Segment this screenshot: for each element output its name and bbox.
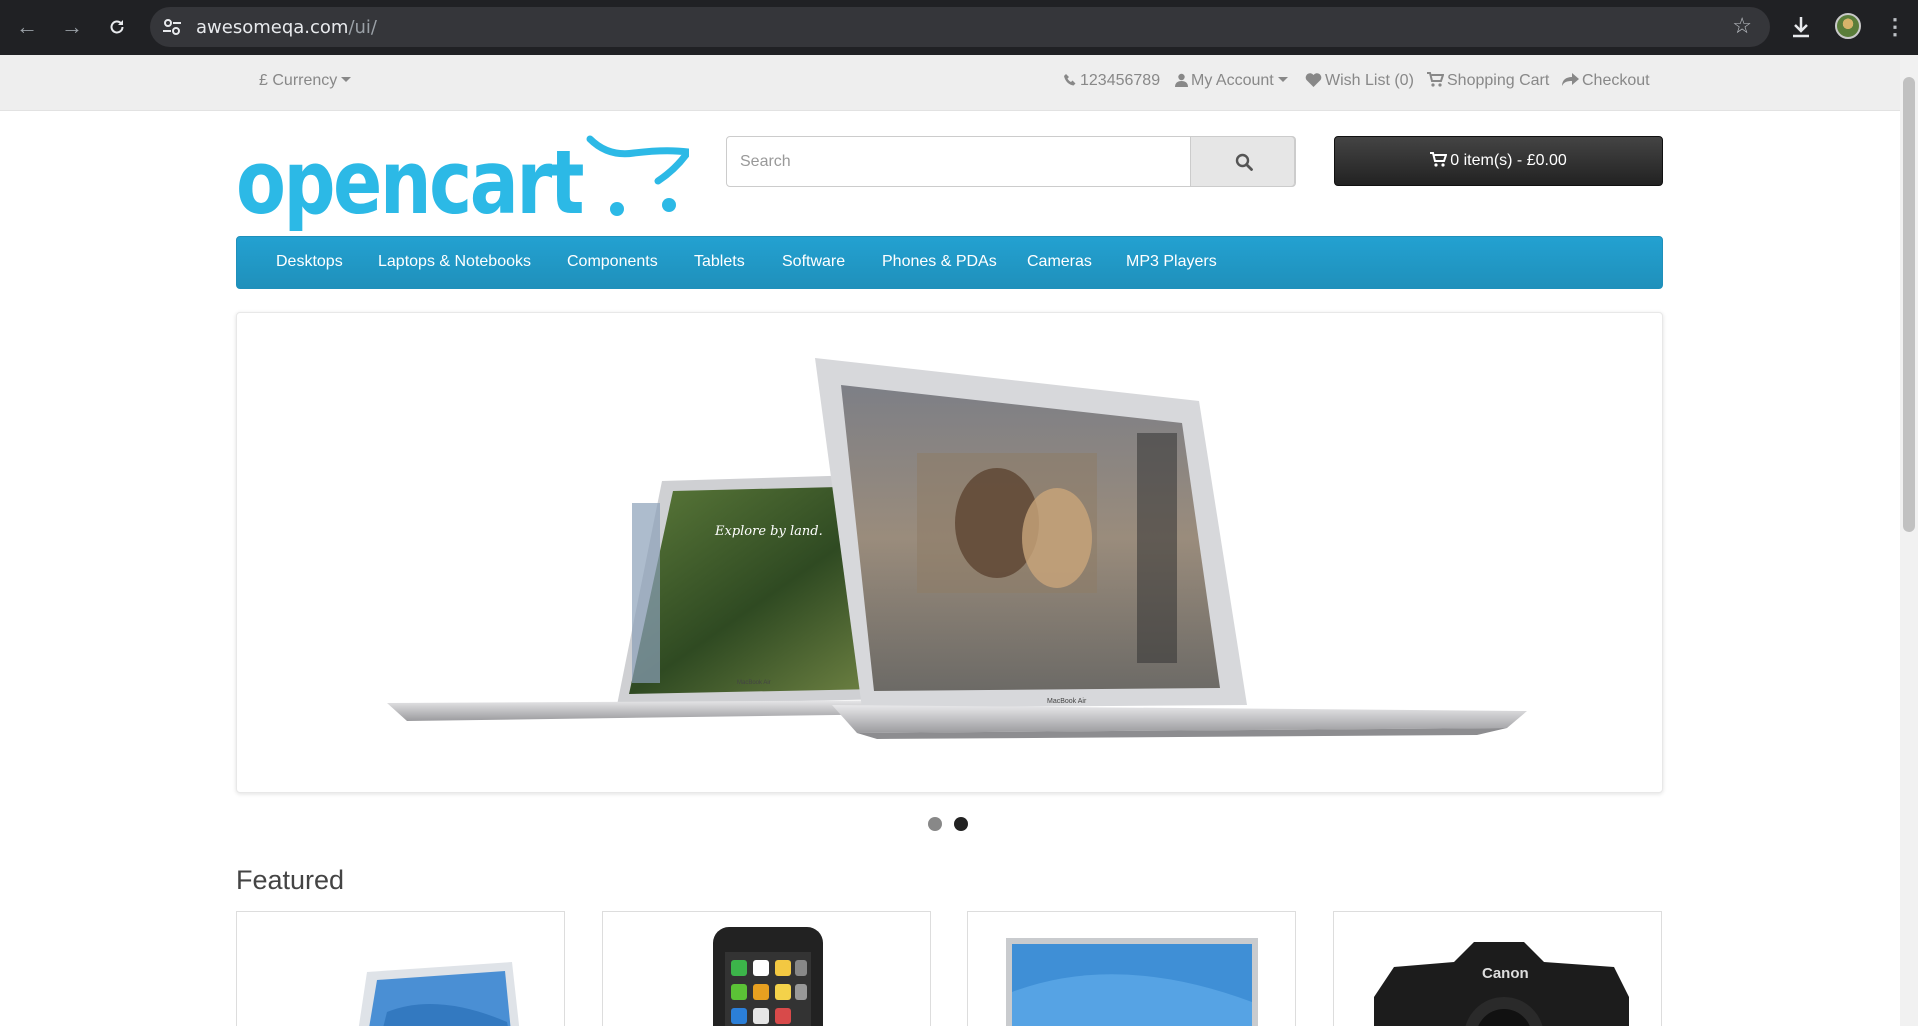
search-input[interactable]	[727, 137, 1192, 186]
my-account-label: My Account	[1191, 72, 1274, 89]
slide-text-macbook-air-front: MacBook Air	[1047, 698, 1087, 705]
menu-item-phones-pdas[interactable]: Phones & PDAs	[882, 253, 997, 271]
slide-dot-1[interactable]	[928, 817, 942, 831]
canon-logo-text: Canon	[1482, 965, 1529, 982]
bookmark-star-icon[interactable]: ☆	[1732, 13, 1752, 39]
checkout-link[interactable]: Checkout	[1562, 72, 1650, 90]
product-card-apple-cinema-display[interactable]	[967, 911, 1296, 1026]
caret-down-icon	[341, 77, 352, 82]
menu-item-components[interactable]: Components	[567, 253, 658, 271]
share-icon	[1562, 73, 1579, 86]
product-card-iphone[interactable]	[602, 911, 931, 1026]
iphone-image	[713, 927, 823, 1026]
currency-dropdown[interactable]: £ Currency	[259, 72, 352, 90]
page-content: £ Currency 123456789 My Account Wish Lis…	[0, 55, 1900, 1026]
opencart-logo[interactable]: opencart	[236, 135, 689, 231]
caret-down-icon	[1277, 77, 1288, 82]
site-settings-icon[interactable]	[160, 15, 184, 39]
download-icon[interactable]	[1786, 12, 1816, 42]
checkout-label: Checkout	[1582, 72, 1650, 89]
search-icon	[1235, 153, 1253, 171]
menu-item-software[interactable]: Software	[782, 253, 845, 271]
phone-icon	[1064, 74, 1076, 86]
address-bar[interactable]: awesomeqa.com/ui/ ☆	[150, 7, 1770, 47]
slide-dot-2-active[interactable]	[954, 817, 968, 831]
scrollbar-thumb[interactable]	[1903, 77, 1915, 532]
profile-avatar[interactable]	[1835, 13, 1861, 39]
browser-toolbar: ← → awesomeqa.com/ui/ ☆ ⋮	[0, 0, 1918, 55]
main-menu: Desktops Laptops & Notebooks Components …	[236, 236, 1663, 289]
phone-number: 123456789	[1080, 72, 1161, 89]
wish-list-link[interactable]: Wish List (0)	[1305, 72, 1414, 90]
user-icon	[1175, 73, 1188, 87]
cart-button[interactable]: 0 item(s) - £0.00	[1334, 136, 1663, 186]
currency-label: Currency	[272, 72, 338, 89]
back-icon[interactable]: ←	[10, 10, 44, 44]
heart-icon	[1305, 73, 1322, 87]
my-account-dropdown[interactable]: My Account	[1175, 72, 1288, 90]
cart-icon	[1430, 152, 1448, 167]
apple-cinema-display-image	[1006, 938, 1258, 1026]
featured-heading: Featured	[236, 865, 345, 895]
logo-text: opencart	[236, 135, 584, 231]
slideshow[interactable]: Explore by land. MacBook Air MacBook Air	[236, 312, 1663, 793]
menu-item-desktops[interactable]: Desktops	[276, 253, 343, 271]
reload-icon[interactable]	[100, 10, 134, 44]
canon-camera-image: Canon	[1374, 942, 1629, 1026]
top-bar: £ Currency 123456789 My Account Wish Lis…	[0, 55, 1900, 111]
search-button[interactable]	[1190, 136, 1295, 187]
product-card-macbook[interactable]	[236, 911, 565, 1026]
forward-icon[interactable]: →	[55, 10, 89, 44]
cart-icon	[1427, 72, 1445, 87]
phone-link[interactable]: 123456789	[1063, 72, 1160, 90]
slide-text-macbook-air-back: MacBook Air	[737, 680, 771, 686]
shopping-cart-label: Shopping Cart	[1447, 72, 1550, 89]
product-card-canon-camera[interactable]: Canon	[1333, 911, 1662, 1026]
wish-list-label: Wish List (0)	[1325, 72, 1414, 89]
url-text: awesomeqa.com/ui/	[196, 17, 377, 38]
slide-text-explore: Explore by land.	[714, 524, 823, 539]
kebab-menu-icon[interactable]: ⋮	[1880, 10, 1910, 44]
menu-item-cameras[interactable]: Cameras	[1027, 253, 1092, 271]
pound-icon: £	[259, 72, 268, 89]
macbook-air-banner-image: Explore by land. MacBook Air MacBook Air	[387, 358, 1527, 739]
macbook-image	[358, 962, 520, 1026]
menu-item-tablets[interactable]: Tablets	[694, 253, 745, 271]
search-box	[726, 136, 1296, 187]
menu-item-laptops-notebooks[interactable]: Laptops & Notebooks	[378, 253, 531, 271]
cart-total: 0 item(s) - £0.00	[1450, 152, 1567, 169]
shopping-cart-link[interactable]: Shopping Cart	[1427, 72, 1549, 90]
page-scrollbar[interactable]	[1900, 55, 1918, 1026]
menu-item-mp3-players[interactable]: MP3 Players	[1126, 253, 1217, 271]
